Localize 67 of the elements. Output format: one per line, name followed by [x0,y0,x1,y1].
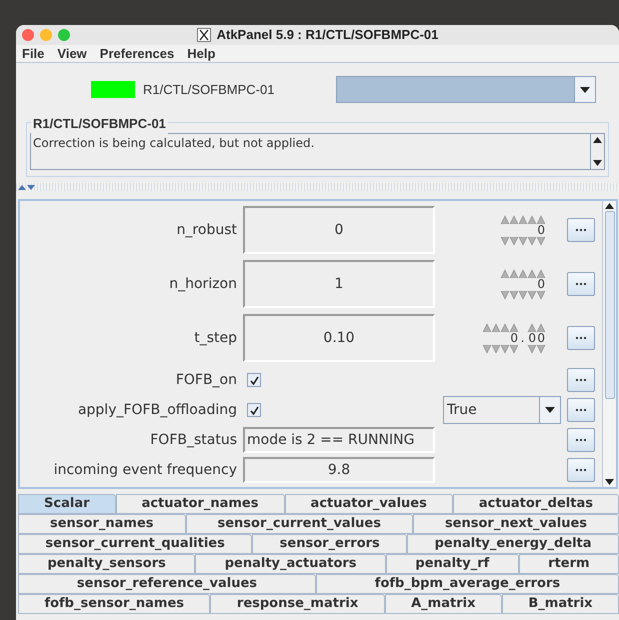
tab[interactable]: sensor_current_qualities [18,534,252,554]
zoom-button[interactable] [58,29,70,41]
tab[interactable]: penalty_sensors [18,554,196,574]
device-dropdown[interactable] [336,76,596,103]
menu-item[interactable]: Preferences [100,44,174,64]
digit-wheel-editor[interactable]: 0 [500,268,545,300]
scroll-up-icon[interactable] [593,137,602,143]
menu-item[interactable]: Help [187,44,216,64]
expand-down-icon[interactable] [27,184,35,190]
more-button[interactable] [567,272,595,296]
digit-wheel-editor[interactable]: 0 [500,214,545,246]
tab[interactable]: penalty_rf [386,554,519,574]
more-button[interactable] [567,398,595,422]
attribute-label: FOFB_status [149,430,238,450]
tab[interactable]: sensor_reference_values [18,574,316,594]
attribute-label: incoming event frequency [52,460,238,480]
more-button[interactable] [567,458,595,482]
tab[interactable]: response_matrix [210,594,385,614]
attribute-label: n_horizon [168,274,238,294]
window-title: AtkPanel 5.9 : R1/CTL/SOFBMPC-01 [216,26,438,44]
value-dropdown[interactable]: True [443,396,561,424]
attribute-value: 0.10 [243,314,435,362]
attribute-label: n_robust [176,220,238,240]
attribute-value: 1 [243,260,435,308]
attribute-label: t_step [193,328,238,348]
caret-icon [580,86,590,92]
tab[interactable]: rterm [518,554,619,574]
menu-item[interactable]: View [57,44,87,64]
scroll-up-icon[interactable] [605,203,614,209]
menu-item[interactable]: File [22,44,44,64]
caret-icon [545,407,555,413]
attribute-value: mode is 2 == RUNNING [243,427,435,453]
attribute-label: apply_FOFB_offloading [76,400,238,420]
attribute-value: 0 [243,206,435,254]
tab[interactable]: sensor_names [18,514,186,534]
tab[interactable]: penalty_actuators [195,554,386,574]
x-window-icon [196,28,211,42]
tab[interactable]: penalty_energy_delta [407,534,619,554]
scroll-down-icon[interactable] [593,160,602,166]
close-button[interactable] [22,29,34,41]
checkbox[interactable] [247,403,261,417]
attribute-label: FOFB_on [174,370,238,390]
more-button[interactable] [567,428,595,452]
scroll-down-icon[interactable] [605,479,614,485]
more-button[interactable] [567,326,595,350]
panel-scrollbar[interactable] [602,201,616,487]
device-name: R1/CTL/SOFBMPC-01 [143,80,276,99]
text-scrollbar[interactable] [590,134,604,169]
checkbox[interactable] [247,373,261,387]
tab[interactable]: sensor_next_values [412,514,619,534]
expand-up-icon[interactable] [18,184,26,190]
tab[interactable]: fofb_bpm_average_errors [316,574,619,594]
tab[interactable]: Scalar [18,494,116,514]
tab[interactable]: actuator_values [284,494,453,514]
tab[interactable]: sensor_errors [252,534,408,554]
more-button[interactable] [567,368,595,392]
more-button[interactable] [567,218,595,242]
tab[interactable]: A_matrix [384,594,502,614]
digit-wheel-editor[interactable]: 0 . 00 [482,322,545,354]
attribute-value: 9.8 [243,457,435,483]
tab[interactable]: sensor_current_values [186,514,413,534]
tab[interactable]: actuator_deltas [452,494,619,514]
status-message: Correction is being calculated, but not applied. [32,135,316,152]
scroll-thumb[interactable] [604,211,614,399]
tab[interactable]: B_matrix [502,594,619,614]
tab[interactable]: actuator_names [116,494,285,514]
tab[interactable]: fofb_sensor_names [18,594,210,614]
